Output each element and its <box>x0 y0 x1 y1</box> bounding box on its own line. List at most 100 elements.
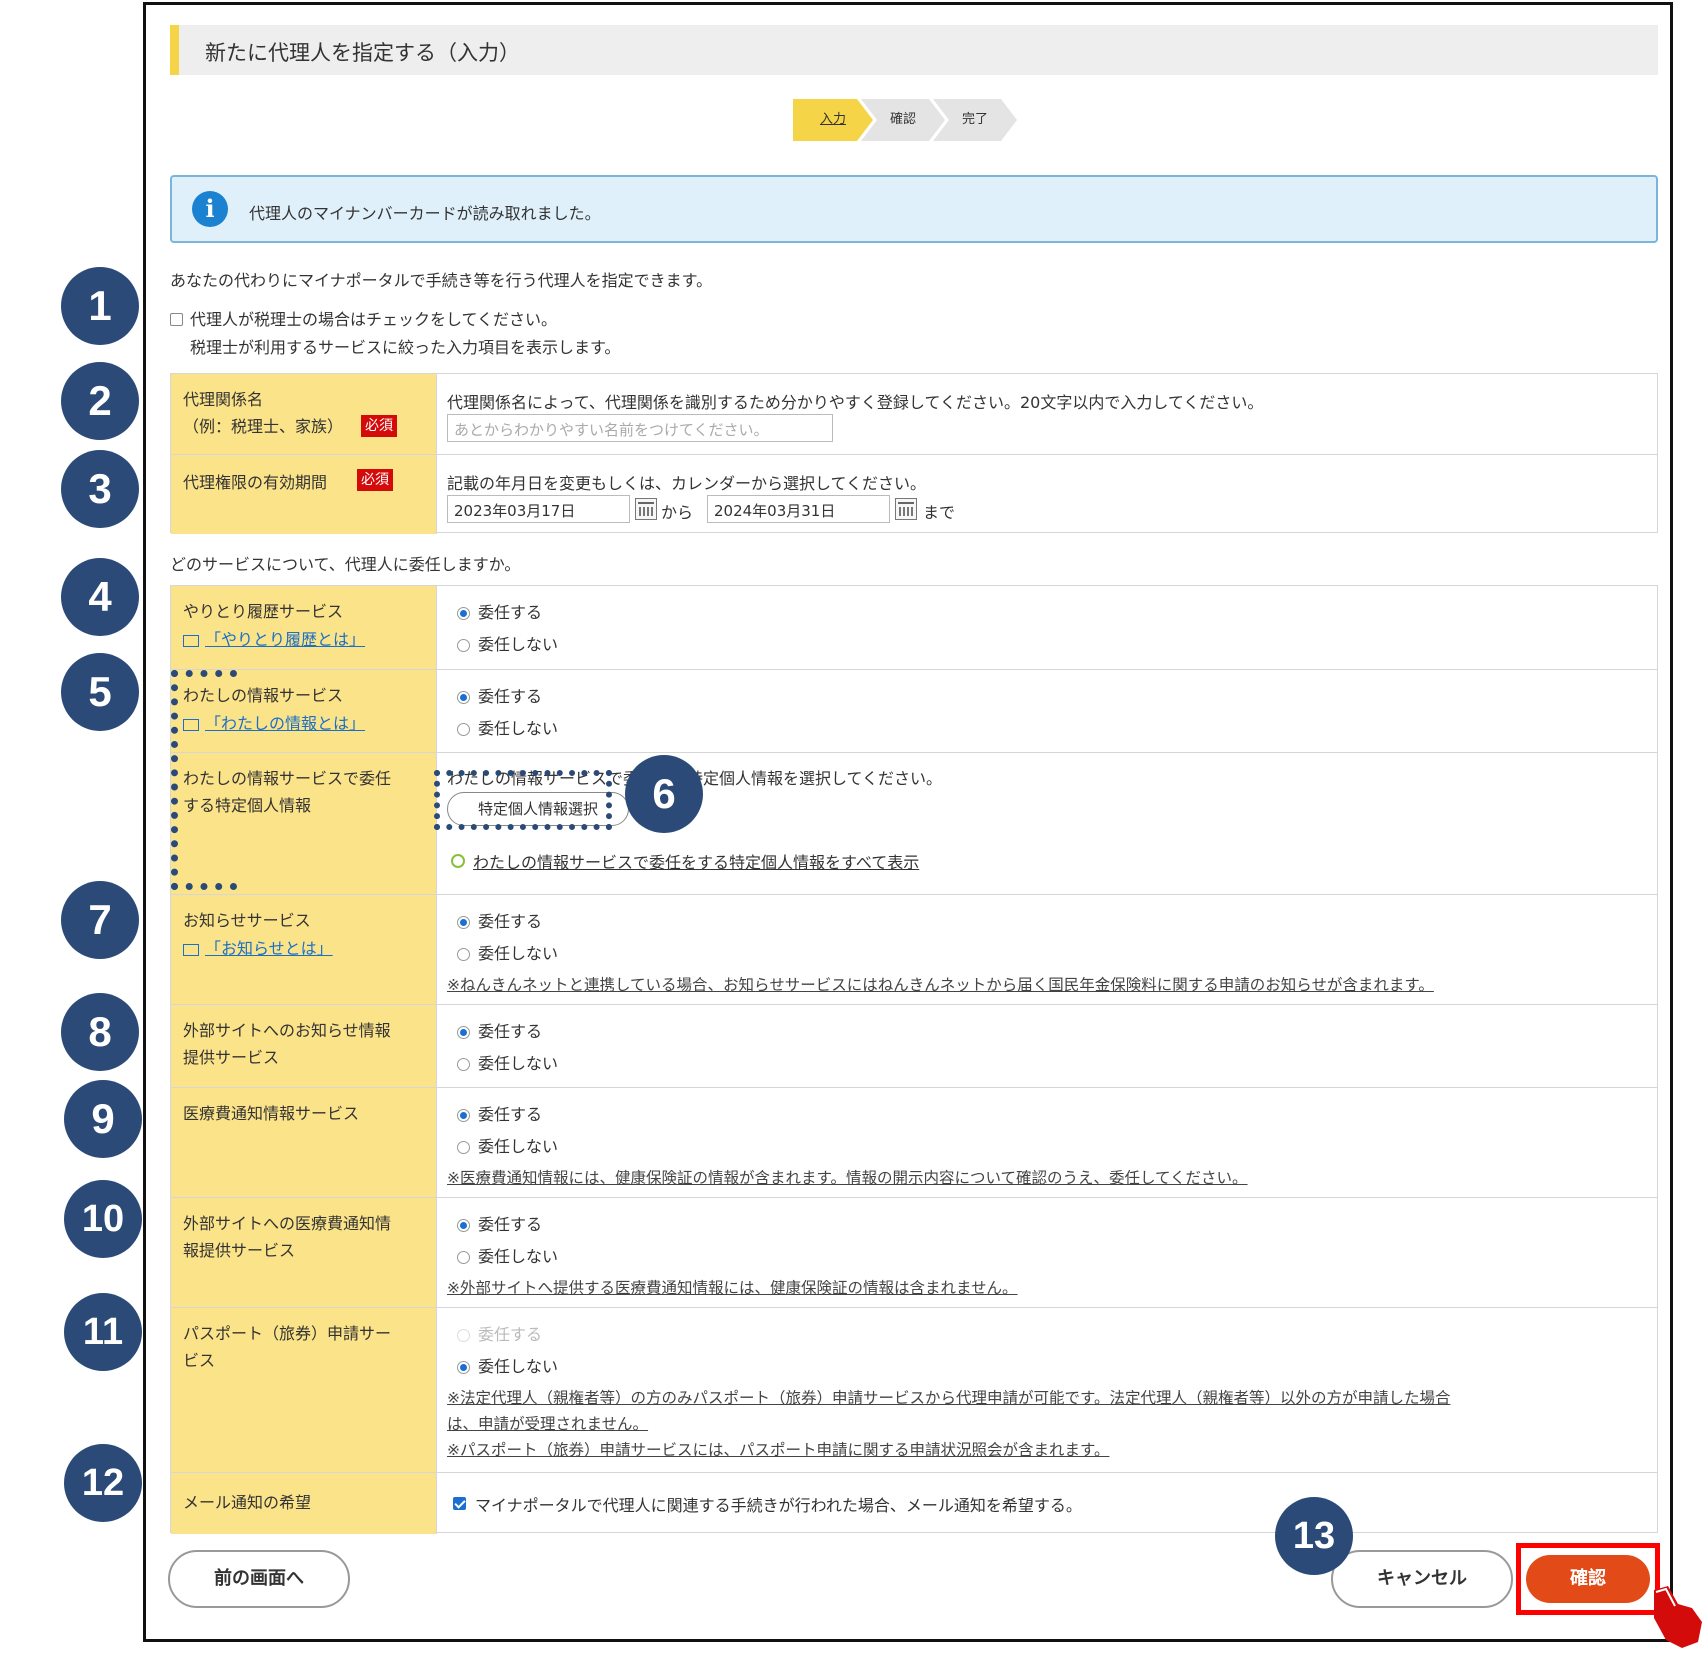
cancel-button[interactable]: キャンセル <box>1331 1550 1513 1608</box>
period-row: 代理権限の有効期間 必須 記載の年月日を変更もしくは、カレンダーから選択してくだ… <box>171 454 1657 534</box>
marker-1: 1 <box>61 267 139 345</box>
passport-not-delegate-radio[interactable]: 委任しない <box>457 1353 558 1377</box>
highlight-box-myinfo <box>171 670 237 890</box>
radio-icon <box>457 948 470 961</box>
marker-2: 2 <box>61 362 139 440</box>
relation-header: 代理関係名 （例：税理士、家族） 必須 <box>171 374 437 454</box>
mail-notify-checkbox[interactable] <box>453 1497 466 1510</box>
bullet-icon <box>451 854 465 868</box>
step-complete: 完了 <box>933 99 1017 141</box>
confirm-button[interactable]: 確認 <box>1526 1555 1650 1603</box>
start-date-input[interactable]: 2023年03月17日 <box>447 495 630 523</box>
marker-6: 6 <box>625 755 703 833</box>
marker-11: 11 <box>64 1293 142 1371</box>
radio-icon <box>457 1251 470 1264</box>
notice-row: お知らせサービス 「お知らせとは」 委任する 委任しない ※ねんきんネットと連携… <box>171 894 1657 1004</box>
passport-note-1: ※法定代理人（親権者等）の方のみパスポート（旅券）申請サービスから代理申請が可能… <box>447 1389 1451 1407</box>
history-not-delegate-radio[interactable]: 委任しない <box>457 631 558 655</box>
marker-4: 4 <box>61 558 139 636</box>
medical-not-delegate-radio[interactable]: 委任しない <box>457 1133 558 1157</box>
notice-note: ※ねんきんネットと連携している場合、お知らせサービスにはねんきんネットから届く国… <box>447 976 1434 994</box>
radio-icon <box>457 639 470 652</box>
show-all-link[interactable]: わたしの情報サービスで委任をする特定個人情報をすべて表示 <box>473 853 919 872</box>
required-badge: 必須 <box>357 469 393 491</box>
notice-help-link[interactable]: 「お知らせとは」 <box>205 939 333 958</box>
marker-5: 5 <box>61 653 139 731</box>
tax-accountant-hint: 税理士が利用するサービスに絞った入力項目を表示します。 <box>190 338 621 357</box>
page-title-bar: 新たに代理人を指定する（入力） <box>170 25 1658 75</box>
basic-info-table: 代理関係名 （例：税理士、家族） 必須 代理関係名によって、代理関係を識別するた… <box>170 373 1658 534</box>
calendar-icon[interactable] <box>895 498 917 520</box>
back-button[interactable]: 前の画面へ <box>168 1550 350 1608</box>
history-delegate-radio[interactable]: 委任する <box>457 599 542 623</box>
medical-delegate-radio[interactable]: 委任する <box>457 1101 542 1125</box>
passport-note-2: は、申請が受理されません。 <box>447 1415 649 1433</box>
info-message: 代理人のマイナンバーカードが読み取れました。 <box>249 204 601 223</box>
radio-icon <box>457 1219 470 1232</box>
period-label: 代理権限の有効期間 <box>183 473 328 492</box>
until-text: まで <box>923 503 956 522</box>
external-medical-note: ※外部サイトへ提供する医療費通知情報には、健康保険証の情報は含まれません。 <box>447 1279 1018 1297</box>
marker-13: 13 <box>1275 1497 1353 1575</box>
radio-icon <box>457 1361 470 1374</box>
external-notice-label: 外部サイトへのお知らせ情報 提供サービス <box>183 1021 391 1067</box>
notice-label: お知らせサービス <box>183 911 311 930</box>
services-table: やりとり履歴サービス 「やりとり履歴とは」 委任する 委任しない わたしの情報サ… <box>170 585 1658 1534</box>
radio-icon <box>457 1109 470 1122</box>
intro-text: あなたの代わりにマイナポータルで手続き等を行う代理人を指定できます。 <box>170 271 713 290</box>
medical-row: 医療費通知情報サービス 委任する 委任しない ※医療費通知情報には、健康保険証の… <box>171 1087 1657 1197</box>
marker-3: 3 <box>61 450 139 528</box>
history-label: やりとり履歴サービス <box>183 602 344 621</box>
external-notice-delegate-radio[interactable]: 委任する <box>457 1018 542 1042</box>
tax-accountant-checkbox[interactable] <box>170 313 183 326</box>
highlight-box-select <box>434 770 612 830</box>
external-medical-label: 外部サイトへの医療費通知情 報提供サービス <box>183 1214 392 1260</box>
radio-icon <box>457 691 470 704</box>
services-question: どのサービスについて、代理人に委任しますか。 <box>170 555 521 574</box>
relation-name-input[interactable]: あとからわかりやすい名前をつけてください。 <box>447 414 833 442</box>
external-notice-row: 外部サイトへのお知らせ情報 提供サービス 委任する 委任しない <box>171 1004 1657 1087</box>
calendar-icon[interactable] <box>635 498 657 520</box>
external-notice-not-delegate-radio[interactable]: 委任しない <box>457 1050 558 1074</box>
radio-icon <box>457 723 470 736</box>
myinfo-not-delegate-radio[interactable]: 委任しない <box>457 715 558 739</box>
external-medical-delegate-radio[interactable]: 委任する <box>457 1211 542 1235</box>
medical-label: 医療費通知情報サービス <box>183 1104 360 1123</box>
radio-icon <box>457 1141 470 1154</box>
relation-label: 代理関係名 （例：税理士、家族） <box>183 390 344 436</box>
history-help-link[interactable]: 「やりとり履歴とは」 <box>205 630 365 649</box>
radio-icon <box>457 1058 470 1071</box>
external-link-icon <box>183 634 199 647</box>
mail-label: メール通知の希望 <box>183 1493 312 1512</box>
end-date-input[interactable]: 2024年03月31日 <box>707 495 890 523</box>
relation-description: 代理関係名によって、代理関係を識別するため分かりやすく登録してください。20文字… <box>447 393 1264 412</box>
external-medical-not-delegate-radio[interactable]: 委任しない <box>457 1243 558 1267</box>
myinfo-row: わたしの情報サービス 「わたしの情報とは」 委任する 委任しない <box>171 669 1657 752</box>
marker-7: 7 <box>61 881 139 959</box>
relation-row: 代理関係名 （例：税理士、家族） 必須 代理関係名によって、代理関係を識別するた… <box>171 374 1657 454</box>
marker-8: 8 <box>61 993 139 1071</box>
tax-accountant-label: 代理人が税理士の場合はチェックをしてください。 <box>190 310 558 329</box>
period-description: 記載の年月日を変更もしくは、カレンダーから選択してください。 <box>447 474 927 493</box>
marker-9: 9 <box>64 1080 142 1158</box>
period-header: 代理権限の有効期間 必須 <box>171 455 437 534</box>
medical-note: ※医療費通知情報には、健康保険証の情報が含まれます。情報の開示内容について確認の… <box>447 1169 1248 1187</box>
pointer-hand-icon <box>1654 1586 1702 1648</box>
mail-row: メール通知の希望 マイナポータルで代理人に関連する手続きが行われた場合、メール通… <box>171 1472 1657 1534</box>
info-icon: i <box>192 191 228 227</box>
passport-label: パスポート（旅券）申請サー ビス <box>183 1324 392 1370</box>
external-medical-row: 外部サイトへの医療費通知情 報提供サービス 委任する 委任しない ※外部サイトへ… <box>171 1197 1657 1307</box>
passport-delegate-radio[interactable]: 委任する <box>457 1321 542 1345</box>
notice-delegate-radio[interactable]: 委任する <box>457 908 542 932</box>
radio-icon <box>457 916 470 929</box>
marker-12: 12 <box>64 1444 142 1522</box>
radio-icon <box>457 1026 470 1039</box>
mail-notify-text: マイナポータルで代理人に関連する手続きが行われた場合、メール通知を希望する。 <box>475 1496 1082 1515</box>
screenshot-frame: 新たに代理人を指定する（入力） 入力 確認 完了 i 代理人のマイナンバーカード… <box>143 2 1673 1642</box>
myinfo-delegate-radio[interactable]: 委任する <box>457 683 542 707</box>
notice-not-delegate-radio[interactable]: 委任しない <box>457 940 558 964</box>
history-row: やりとり履歴サービス 「やりとり履歴とは」 委任する 委任しない <box>171 586 1657 669</box>
passport-row: パスポート（旅券）申請サー ビス 委任する 委任しない ※法定代理人（親権者等）… <box>171 1307 1657 1472</box>
radio-icon <box>457 1329 470 1342</box>
myinfo-specific-row: わたしの情報サービスで委任 する特定個人情報 わたしの情報サービスで委任する特定… <box>171 752 1657 894</box>
